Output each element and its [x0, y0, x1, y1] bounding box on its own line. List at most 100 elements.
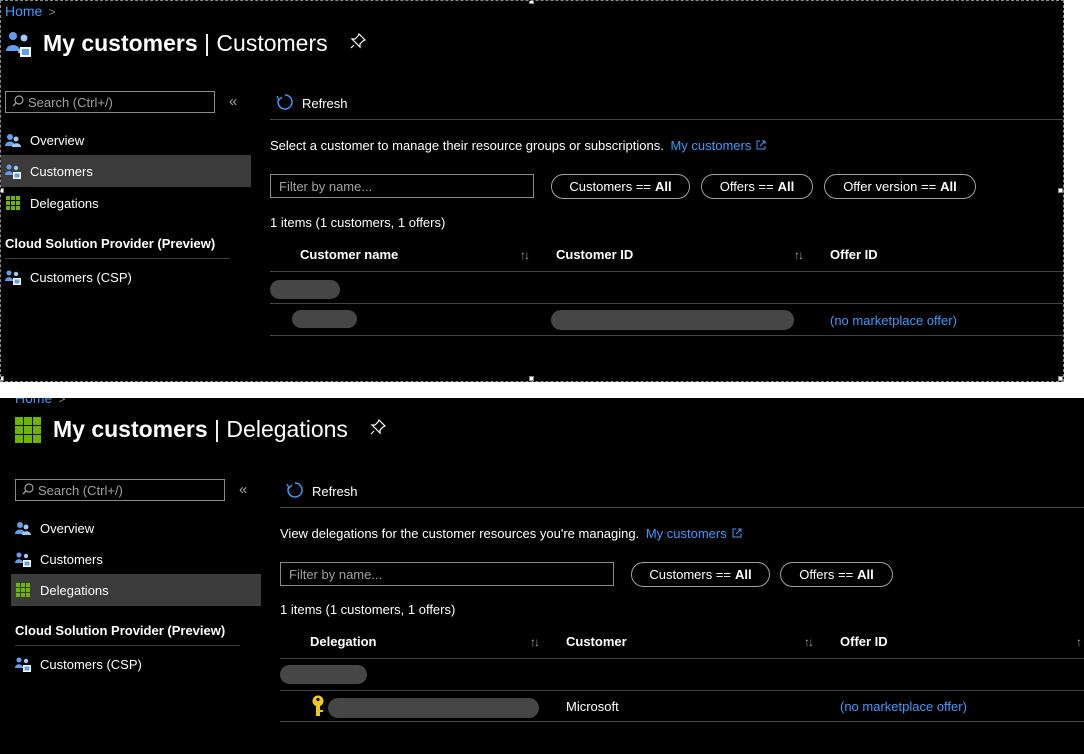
- selection-handle[interactable]: [1, 376, 4, 381]
- refresh-button[interactable]: Refresh: [276, 93, 348, 114]
- items-count: 1 items (1 customers, 1 offers): [280, 602, 456, 617]
- key-icon: [311, 695, 325, 722]
- items-count: 1 items (1 customers, 1 offers): [270, 215, 446, 230]
- sort-icon[interactable]: ↑↓: [794, 248, 804, 262]
- page-title: My customers | Customers: [43, 29, 328, 56]
- refresh-button[interactable]: Refresh: [286, 481, 358, 502]
- page-title: My customers | Delegations: [53, 416, 348, 442]
- column-header-customer-id[interactable]: Customer ID: [556, 247, 633, 262]
- customers-icon: [15, 551, 31, 567]
- search-input[interactable]: [34, 482, 208, 498]
- table-header-divider: [270, 271, 1063, 272]
- selection-handle[interactable]: [1, 188, 4, 193]
- search-input[interactable]: [24, 94, 198, 110]
- filter-by-name-field[interactable]: [280, 562, 614, 586]
- redacted-customer-name: [292, 310, 357, 328]
- pin-icon[interactable]: [370, 418, 386, 440]
- column-header-customer[interactable]: Customer: [566, 634, 627, 649]
- sidebar-search[interactable]: [15, 479, 225, 501]
- section-divider: [15, 645, 240, 646]
- selection-handle[interactable]: [529, 376, 534, 381]
- sort-icon[interactable]: ↑: [1076, 635, 1082, 649]
- offer-id-link[interactable]: (no marketplace offer): [840, 699, 967, 714]
- selection-handle[interactable]: [1058, 376, 1063, 381]
- column-header-offer-id[interactable]: Offer ID: [830, 247, 878, 262]
- page-header: My customers | Customers: [5, 29, 366, 57]
- row-divider: [270, 335, 1063, 336]
- customers-csp-icon: [15, 656, 31, 672]
- sort-icon[interactable]: ↑↓: [530, 635, 540, 649]
- customers-blade: Home > My customers | Customers « Overvie…: [0, 0, 1064, 382]
- refresh-label: Refresh: [312, 484, 358, 499]
- selection-handle[interactable]: [529, 1, 534, 4]
- sidebar-item-label: Overview: [40, 520, 95, 536]
- overview-icon: [5, 132, 21, 148]
- sidebar-item-label: Customers (CSP): [40, 656, 142, 672]
- column-header-customer-name[interactable]: Customer name: [300, 247, 398, 262]
- sidebar-item-customers-csp[interactable]: Customers (CSP): [1, 261, 251, 293]
- sidebar-item-label: Delegations: [30, 195, 99, 211]
- offer-version-filter-pill[interactable]: Offer version == All: [824, 174, 976, 199]
- customers-csp-icon: [5, 269, 21, 285]
- pin-icon[interactable]: [350, 32, 366, 54]
- refresh-label: Refresh: [302, 96, 348, 111]
- filter-by-name-field[interactable]: [270, 174, 534, 198]
- redacted-delegation-name: [328, 698, 539, 718]
- sidebar-item-label: Overview: [30, 132, 85, 148]
- delegations-blade: Home > My customers | Delegations « Overv…: [0, 398, 1084, 754]
- refresh-icon: [286, 481, 304, 502]
- main-content: Refresh View delegations for the custome…: [280, 477, 1084, 754]
- my-customers-link[interactable]: My customers: [670, 138, 751, 153]
- customers-filter-pill[interactable]: Customers == All: [551, 174, 690, 199]
- sidebar-search[interactable]: [5, 91, 215, 113]
- delegations-icon: [15, 582, 31, 598]
- collapse-sidebar-button[interactable]: «: [229, 93, 237, 110]
- offers-filter-pill[interactable]: Offers == All: [701, 174, 813, 199]
- breadcrumb-home-link[interactable]: Home: [5, 3, 42, 19]
- redacted-customer-id: [551, 310, 794, 330]
- sidebar-item-delegations[interactable]: Delegations: [1, 187, 251, 219]
- customers-title-icon: [5, 29, 33, 57]
- sidebar-item-label: Customers: [40, 551, 103, 567]
- redacted-group-label: [270, 280, 340, 299]
- sidebar-item-customers[interactable]: Customers: [1, 155, 251, 187]
- customers-icon: [5, 163, 21, 179]
- sidebar-item-label: Customers (CSP): [30, 269, 132, 285]
- collapse-sidebar-button[interactable]: «: [239, 481, 247, 498]
- sidebar-item-customers[interactable]: Customers: [11, 543, 261, 575]
- sort-icon[interactable]: ↑↓: [520, 248, 530, 262]
- delegations-icon: [5, 195, 21, 211]
- filter-input[interactable]: [279, 178, 533, 194]
- my-customers-link[interactable]: My customers: [646, 526, 727, 541]
- external-link-icon: [756, 138, 766, 153]
- offers-filter-pill[interactable]: Offers == All: [780, 562, 893, 587]
- toolbar-divider: [280, 507, 1084, 508]
- main-content: Refresh Select a customer to manage thei…: [270, 89, 1063, 379]
- breadcrumb-separator: >: [48, 5, 56, 19]
- sidebar: « Overview Customers Delegations Cloud S…: [1, 89, 251, 289]
- sidebar-item-overview[interactable]: Overview: [1, 124, 251, 156]
- breadcrumb-home-link[interactable]: Home: [15, 398, 52, 406]
- section-divider: [5, 258, 230, 259]
- breadcrumb-separator: >: [58, 398, 66, 406]
- customers-filter-pill[interactable]: Customers == All: [631, 562, 770, 587]
- sort-icon[interactable]: ↑↓: [804, 635, 814, 649]
- sidebar-item-delegations[interactable]: Delegations: [11, 574, 261, 606]
- sidebar-item-overview[interactable]: Overview: [11, 512, 261, 544]
- row-divider: [280, 721, 1084, 722]
- column-header-offer-id[interactable]: Offer ID: [840, 634, 888, 649]
- toolbar-divider: [270, 119, 1063, 120]
- filter-input[interactable]: [289, 566, 613, 582]
- selection-handle[interactable]: [1058, 188, 1063, 193]
- breadcrumb: Home >: [5, 3, 55, 19]
- offer-id-link[interactable]: (no marketplace offer): [830, 313, 957, 328]
- table-header-divider: [280, 658, 1084, 659]
- sidebar-item-customers-csp[interactable]: Customers (CSP): [11, 648, 261, 680]
- column-header-delegation[interactable]: Delegation: [310, 634, 376, 649]
- description-text: View delegations for the customer resour…: [280, 526, 742, 541]
- sidebar: « Overview Customers Delegations Cloud S…: [11, 477, 261, 677]
- section-heading: Cloud Solution Provider (Preview): [15, 623, 226, 638]
- breadcrumb: Home >: [15, 398, 65, 406]
- redacted-group-label: [280, 665, 367, 684]
- search-icon: [12, 94, 24, 110]
